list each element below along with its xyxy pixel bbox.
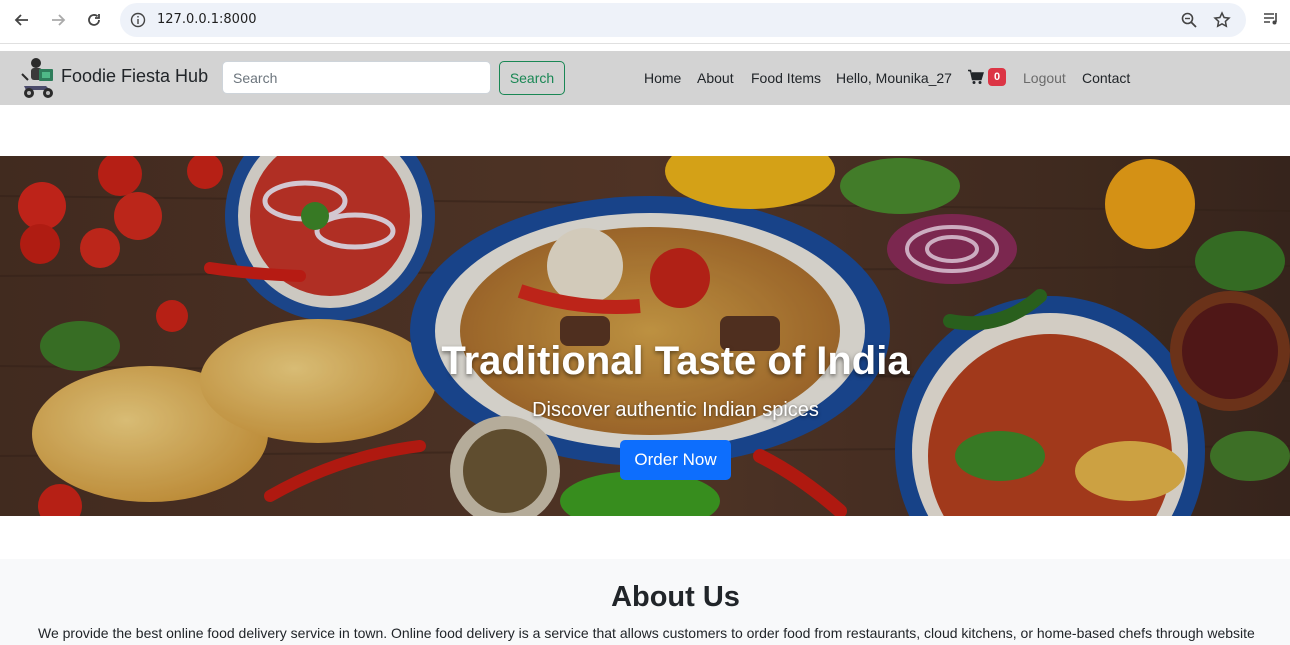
nav-home[interactable]: Home — [644, 70, 681, 86]
about-heading: About Us — [611, 581, 740, 613]
zoom-icon[interactable] — [1180, 11, 1198, 29]
nav-logout[interactable]: Logout — [1023, 70, 1066, 86]
bookmark-star-icon[interactable] — [1213, 11, 1231, 29]
nav-about[interactable]: About — [697, 70, 734, 86]
about-section: About Us We provide the best online food… — [0, 559, 1290, 645]
cart-icon — [968, 69, 984, 84]
nav-contact[interactable]: Contact — [1082, 70, 1130, 86]
site-navbar: Foodie Fiesta Hub Search Home About Food… — [0, 51, 1290, 105]
brand-name[interactable]: Foodie Fiesta Hub — [61, 66, 208, 87]
search-input[interactable] — [222, 61, 491, 94]
site-info-icon[interactable] — [130, 12, 146, 28]
hero-carousel: Traditional Taste of India Discover auth… — [0, 156, 1290, 516]
about-description: We provide the best online food delivery… — [38, 625, 1255, 641]
nav-user-greeting[interactable]: Hello, Mounika_27 — [836, 70, 952, 86]
cart-count-badge: 0 — [988, 68, 1007, 86]
search-button[interactable]: Search — [499, 61, 565, 95]
cart-link[interactable]: 0 — [968, 68, 1007, 86]
browser-toolbar: 127.0.0.1:8000 — [0, 0, 1290, 44]
forward-icon[interactable] — [44, 6, 72, 34]
order-now-button[interactable]: Order Now — [620, 440, 731, 480]
address-bar[interactable]: 127.0.0.1:8000 — [120, 3, 1246, 37]
hero-subtitle: Discover authentic Indian spices — [532, 399, 819, 421]
url-text: 127.0.0.1:8000 — [157, 12, 257, 27]
media-controls-icon[interactable] — [1262, 10, 1280, 28]
hero-title: Traditional Taste of India — [441, 339, 910, 383]
delivery-scooter-logo-icon[interactable] — [20, 56, 56, 100]
reload-icon[interactable] — [80, 6, 108, 34]
nav-food-items[interactable]: Food Items — [751, 70, 821, 86]
back-icon[interactable] — [8, 6, 36, 34]
